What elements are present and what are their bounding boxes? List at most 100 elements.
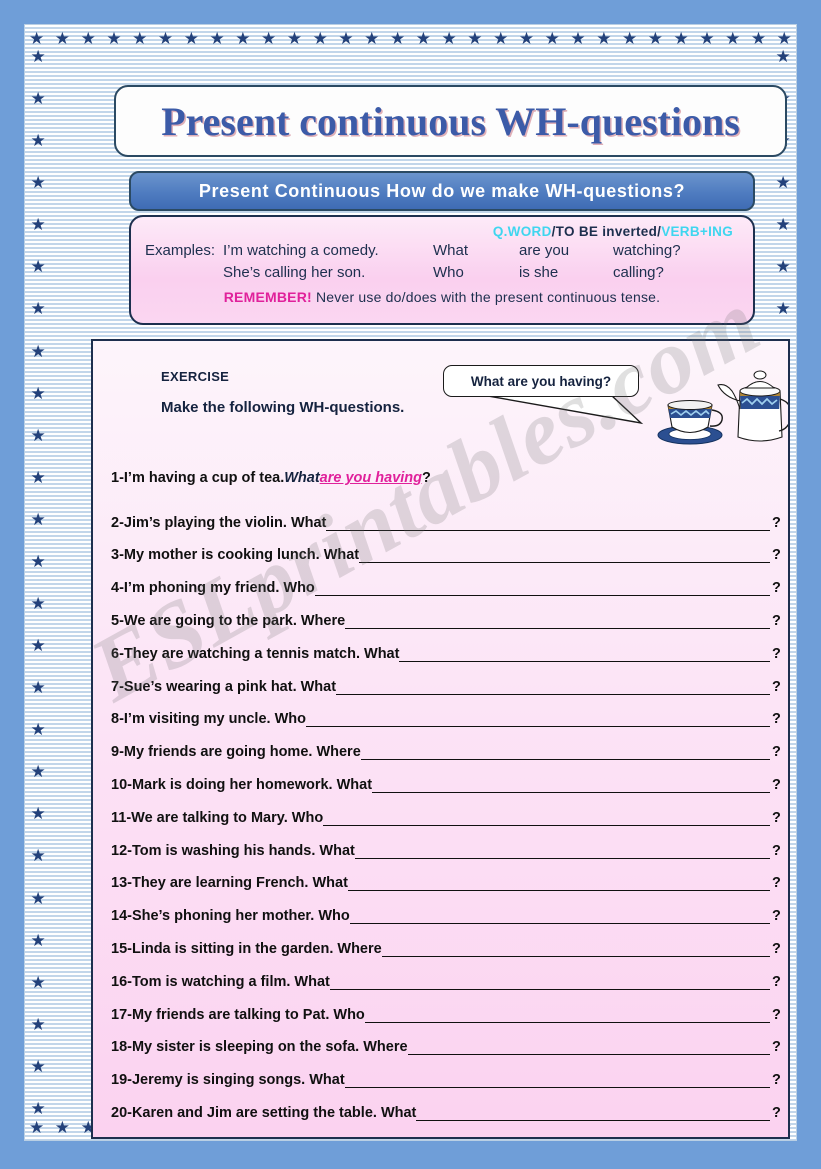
star-icon: ★ xyxy=(647,28,663,48)
answer-blank-line[interactable] xyxy=(416,1105,770,1121)
exercise-label: EXERCISE xyxy=(161,369,230,384)
answer-blank-line[interactable] xyxy=(305,711,770,728)
question-row: 11-We are talking to Mary. Who? xyxy=(93,795,788,828)
question-prompt: 6-They are watching a tennis match. What xyxy=(111,645,400,662)
question-prompt: 17-My friends are talking to Pat. Who xyxy=(111,1006,365,1023)
question-mark: ? xyxy=(772,612,781,629)
example-aux: is she xyxy=(519,264,559,281)
star-icon: ★ xyxy=(544,28,560,48)
remember-line: REMEMBER! Never use do/does with the pre… xyxy=(145,286,739,308)
answer-blank-line[interactable] xyxy=(399,646,770,662)
star-border-top: ★ ★ ★ ★ ★ ★ ★ ★ ★ ★ ★ ★ ★ ★ ★ ★ ★ ★ ★ ★ ★ ★ ★ ★ ★ ★ ★ ★ ★ ★ xyxy=(25,27,796,49)
star-icon: ★ xyxy=(312,28,328,48)
answer-blank-line[interactable] xyxy=(407,1039,770,1056)
question-mark: ? xyxy=(772,678,781,695)
star-icon: ★ xyxy=(30,383,46,403)
question-mark: ? xyxy=(772,1006,781,1023)
answer-blank-line[interactable] xyxy=(349,908,770,925)
question-mark: ? xyxy=(772,547,781,564)
star-border-sheet: ★ ★ ★ ★ ★ ★ ★ ★ ★ ★ ★ ★ ★ ★ ★ ★ ★ ★ ★ ★ ★ ★ ★ ★ ★ ★ ★ ★ ★ ★ ★ ★ ★ ★ ★ ★ ★ ★ ★… xyxy=(25,25,796,1140)
question-prompt: 1-I’m having a cup of tea. xyxy=(111,470,285,486)
star-icon: ★ xyxy=(30,762,46,782)
question-mark: ? xyxy=(772,711,781,728)
star-icon: ★ xyxy=(30,509,46,529)
answer-blank-line[interactable] xyxy=(314,580,770,597)
question-prompt: 14-She’s phoning her mother. Who xyxy=(111,908,350,925)
question-mark: ? xyxy=(772,744,781,761)
star-icon: ★ xyxy=(54,1117,71,1137)
answer-blank-line[interactable] xyxy=(345,613,770,629)
answer-blank-line[interactable] xyxy=(347,875,770,892)
answer-blank-line[interactable] xyxy=(381,941,770,957)
question-row: 2-Jim’s playing the violin. What? xyxy=(93,500,788,533)
star-icon: ★ xyxy=(30,720,46,740)
question-mark: ? xyxy=(772,940,781,957)
question-row: 3-My mother is cooking lunch. What? xyxy=(93,533,788,566)
formula-verbing: VERB+ING xyxy=(661,224,733,239)
answer-blank-line[interactable] xyxy=(326,515,770,531)
star-icon: ★ xyxy=(725,28,741,48)
star-icon: ★ xyxy=(30,972,46,992)
example-aux: are you xyxy=(519,242,570,259)
star-icon: ★ xyxy=(518,28,535,48)
star-icon: ★ xyxy=(750,28,767,48)
question-prompt: 10-Mark is doing her homework. What xyxy=(111,776,373,793)
question-row: 4-I’m phoning my friend. Who? xyxy=(93,565,788,598)
worksheet-page: ★ ★ ★ ★ ★ ★ ★ ★ ★ ★ ★ ★ ★ ★ ★ ★ ★ ★ ★ ★ ★ ★ ★ ★ ★ ★ ★ ★ ★ ★ ★ ★ ★ ★ ★ ★ ★ ★ ★… xyxy=(0,0,821,1169)
star-icon: ★ xyxy=(389,28,406,48)
question-prompt: 4-I’m phoning my friend. Who xyxy=(111,580,315,597)
question-mark: ? xyxy=(772,1072,781,1089)
question-prompt: 19-Jeremy is singing songs. What xyxy=(111,1072,345,1089)
answer-blank-line[interactable] xyxy=(336,679,770,695)
example-row: Examples: I’m watching a comedy. What ar… xyxy=(145,240,739,262)
question-mark: ? xyxy=(772,1104,781,1121)
remember-label: REMEMBER! xyxy=(223,289,312,305)
question-row: 19-Jeremy is singing songs. What? xyxy=(93,1057,788,1090)
star-icon: ★ xyxy=(209,28,225,48)
star-icon: ★ xyxy=(30,594,46,614)
answer-blank-line[interactable] xyxy=(359,547,770,564)
star-icon: ★ xyxy=(493,28,509,48)
question-mark: ? xyxy=(772,809,781,826)
star-icon: ★ xyxy=(30,299,46,319)
star-icon: ★ xyxy=(776,28,792,48)
star-icon: ★ xyxy=(30,215,46,235)
question-row: 16-Tom is watching a film. What? xyxy=(93,959,788,992)
star-icon: ★ xyxy=(30,1014,46,1034)
star-icon: ★ xyxy=(699,28,715,48)
answer-blank-line[interactable] xyxy=(360,744,770,761)
example-box: Q.WORD/TO BE inverted/VERB+ING Examples:… xyxy=(129,215,755,325)
star-icon: ★ xyxy=(338,28,354,48)
formula-line: Q.WORD/TO BE inverted/VERB+ING xyxy=(145,224,739,240)
answer-blank-line[interactable] xyxy=(354,843,770,859)
star-icon: ★ xyxy=(30,888,46,908)
answer-blank-line[interactable] xyxy=(372,777,770,793)
star-icon: ★ xyxy=(286,28,303,48)
question-mark: ? xyxy=(772,580,781,597)
question-prompt: 16-Tom is watching a film. What xyxy=(111,973,330,990)
question-list: 1-I’m having a cup of tea. What are you … xyxy=(93,467,788,1123)
question-mark: ? xyxy=(772,514,781,531)
question-row: 7-Sue’s wearing a pink hat. What? xyxy=(93,664,788,697)
answer-blank-line[interactable] xyxy=(344,1072,770,1089)
example-verb: watching? xyxy=(613,242,681,259)
question-mark: ? xyxy=(422,470,431,486)
star-icon: ★ xyxy=(467,28,483,48)
answer-blank-line[interactable] xyxy=(364,1007,770,1023)
question-mark: ? xyxy=(772,875,781,892)
star-icon: ★ xyxy=(30,173,46,193)
example-row: She’s calling her son. Who is she callin… xyxy=(145,262,739,284)
question-row: 9-My friends are going home. Where? xyxy=(93,729,788,762)
star-border-left: ★ ★ ★ ★ ★ ★ ★ ★ ★ ★ ★ ★ ★ ★ ★ ★ ★ ★ ★ ★ ★ ★ ★ ★ ★ ★ xyxy=(27,47,49,1118)
answer-blank-line[interactable] xyxy=(323,810,770,826)
answer-filled-text: are you having xyxy=(319,470,423,486)
example-sentence: I’m watching a comedy. xyxy=(223,242,379,259)
star-icon: ★ xyxy=(30,1098,46,1118)
answer-blank-line[interactable] xyxy=(329,974,770,990)
question-mark: ? xyxy=(772,645,781,662)
star-icon: ★ xyxy=(132,28,148,48)
star-icon: ★ xyxy=(80,28,96,48)
star-icon: ★ xyxy=(30,47,46,66)
star-icon: ★ xyxy=(30,804,46,824)
example-verb: calling? xyxy=(613,264,664,281)
